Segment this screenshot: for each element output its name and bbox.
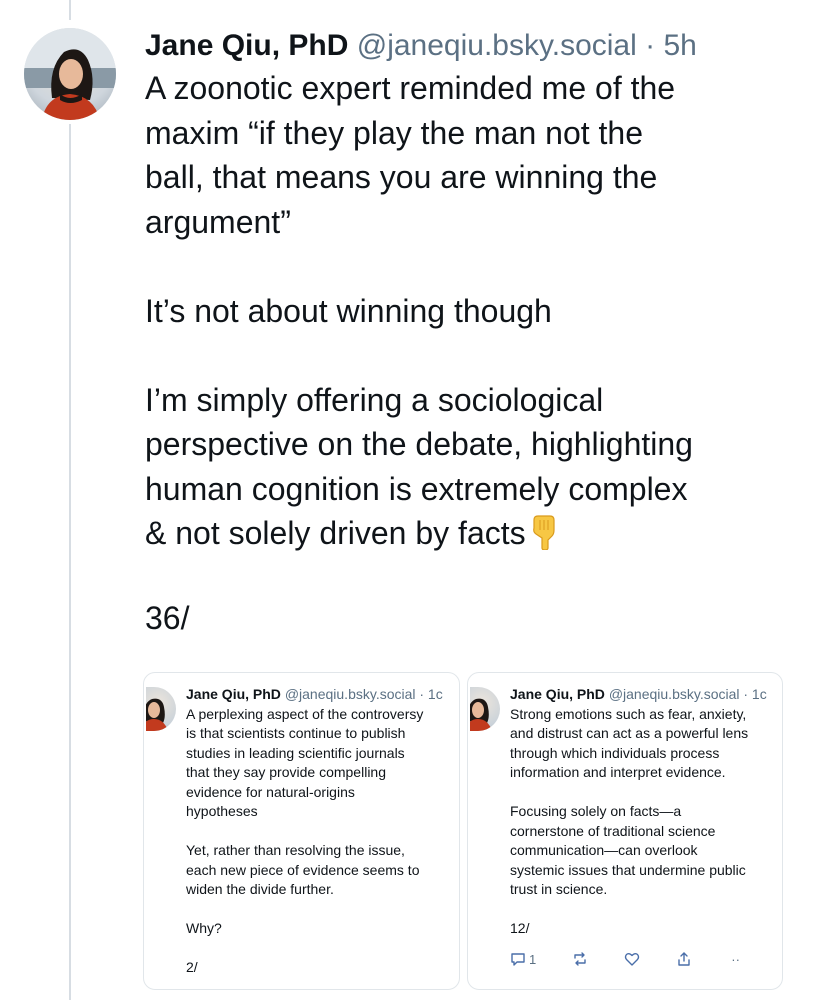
quoted-line: Why? <box>186 920 222 936</box>
share-icon <box>678 952 690 966</box>
more-button[interactable]: ·· <box>728 952 740 967</box>
author-handle: @janeqiu.bsky.social · 1c <box>608 686 767 702</box>
post-line: human cognition is extremely complex <box>145 470 688 507</box>
quoted-line: trust in science. <box>510 881 608 897</box>
avatar <box>146 687 176 731</box>
thread-counter: 36/ <box>145 599 190 636</box>
quoted-line: studies in leading scientific journals <box>186 744 405 761</box>
post-actions: 1 ·· <box>510 951 776 967</box>
separator-dot: · <box>645 29 656 62</box>
avatar[interactable] <box>24 28 116 120</box>
quoted-line: systemic issues that undermine public <box>510 861 746 878</box>
quoted-line: through which individuals process <box>510 744 720 761</box>
quoted-line: information and interpret evidence. <box>510 764 726 780</box>
quoted-line: widen the divide further. <box>186 881 334 897</box>
post-line: It’s not about winning though <box>145 292 552 329</box>
post-line: perspective on the debate, highlighting <box>145 426 693 462</box>
author-name: Jane Qiu, PhD <box>510 686 605 702</box>
post-line: & not solely driven by facts <box>145 511 795 556</box>
like-button[interactable] <box>624 951 640 967</box>
post-text: A zoonotic expert reminded me of the max… <box>145 66 795 556</box>
quoted-line: communication—can overlook <box>510 842 698 858</box>
repost-button[interactable] <box>572 951 588 967</box>
post[interactable]: Jane Qiu, PhD @janeqiu.bsky.social · 5h … <box>145 26 795 637</box>
quoted-line: 12/ <box>510 920 530 936</box>
post-line: ball, that means you are winning the <box>145 159 658 195</box>
author-name: Jane Qiu, PhD <box>186 686 281 702</box>
more-icon: ·· <box>731 951 740 967</box>
quoted-line: 2/ <box>186 959 198 975</box>
reply-count: 1 <box>529 951 537 967</box>
reply-button[interactable]: 1 <box>510 951 536 967</box>
author-name[interactable]: Jane Qiu, PhD <box>145 29 348 62</box>
quoted-line: Focusing solely on facts—a <box>510 803 682 819</box>
quoted-post-body: Jane Qiu, PhD @janeqiu.bsky.social · 1c … <box>186 685 459 978</box>
quoted-line: that they say provide compelling <box>186 764 386 780</box>
post-line: argument” <box>145 203 291 240</box>
repost-icon <box>574 952 586 966</box>
share-button[interactable] <box>676 951 692 967</box>
quoted-line: cornerstone of traditional science <box>510 822 716 839</box>
quoted-line: is that scientists continue to publish <box>186 725 406 741</box>
quoted-line: and distrust can act as a powerful lens <box>510 725 749 741</box>
post-line: maxim “if they play the man not the <box>145 114 643 151</box>
post-time[interactable]: 5h <box>663 29 696 62</box>
post-line-text: & not solely driven by facts <box>145 515 526 551</box>
author-handle: @janeqiu.bsky.social · 1c <box>284 686 443 702</box>
author-handle[interactable]: @janeqiu.bsky.social <box>357 29 637 62</box>
heart-icon <box>625 953 640 966</box>
post-header: Jane Qiu, PhD @janeqiu.bsky.social · 5h <box>145 26 795 66</box>
quoted-post-header: Jane Qiu, PhD @janeqiu.bsky.social · 1c <box>510 685 782 705</box>
avatar <box>470 687 500 731</box>
quoted-post-body: Jane Qiu, PhD @janeqiu.bsky.social · 1c … <box>510 685 782 939</box>
quoted-line: hypotheses <box>186 803 258 819</box>
post-line: I’m simply offering a sociological <box>145 381 604 418</box>
quoted-line: each new piece of evidence seems to <box>186 861 420 878</box>
quoted-post-text: A perplexing aspect of the controversy i… <box>186 705 459 978</box>
quoted-post-card[interactable]: Jane Qiu, PhD @janeqiu.bsky.social · 1c … <box>143 672 460 990</box>
quoted-post-header: Jane Qiu, PhD @janeqiu.bsky.social · 1c <box>186 685 459 705</box>
quoted-line: A perplexing aspect of the controversy <box>186 705 424 722</box>
thread-line <box>69 124 71 1000</box>
reply-icon <box>511 953 525 966</box>
post-line: A zoonotic expert reminded me of the <box>145 70 676 106</box>
pointing-down-hand-icon <box>530 514 560 551</box>
avatar-photo <box>24 28 116 120</box>
quoted-post-card[interactable]: Jane Qiu, PhD @janeqiu.bsky.social · 1c … <box>467 672 783 990</box>
quoted-line: Strong emotions such as fear, anxiety, <box>510 705 747 722</box>
embedded-screenshots: Jane Qiu, PhD @janeqiu.bsky.social · 1c … <box>143 672 783 990</box>
quoted-line: evidence for natural-origins <box>186 783 355 800</box>
thread-line-top <box>69 0 71 20</box>
quoted-line: Yet, rather than resolving the issue, <box>186 842 405 858</box>
quoted-post-text: Strong emotions such as fear, anxiety, a… <box>510 705 782 939</box>
